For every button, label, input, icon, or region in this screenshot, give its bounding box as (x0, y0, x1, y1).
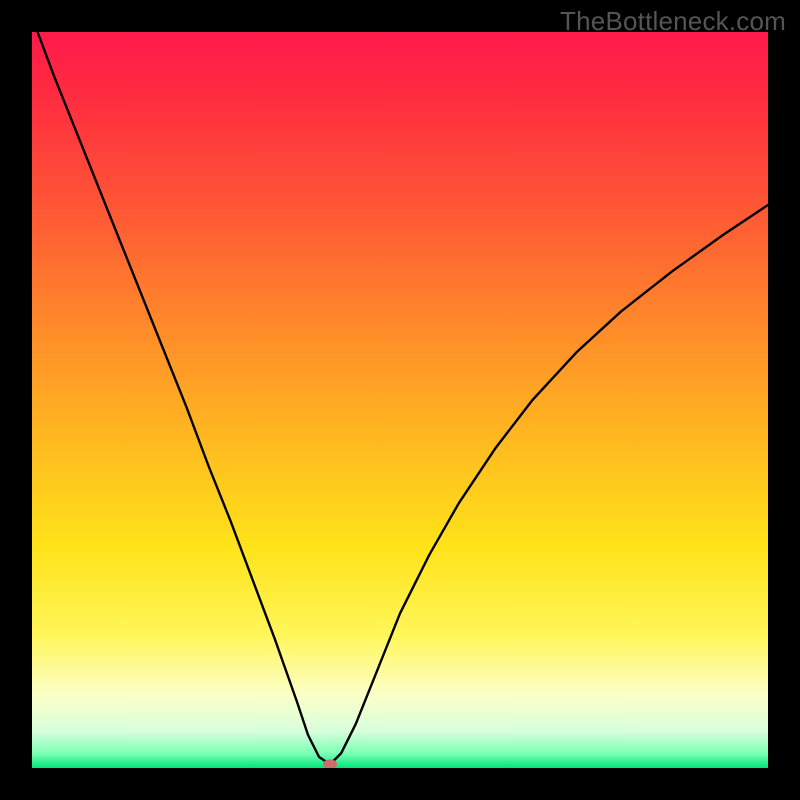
chart-svg (32, 32, 768, 768)
watermark-text: TheBottleneck.com (560, 6, 786, 37)
plot-area (32, 32, 768, 768)
gradient-background (32, 32, 768, 768)
chart-frame: TheBottleneck.com (0, 0, 800, 800)
